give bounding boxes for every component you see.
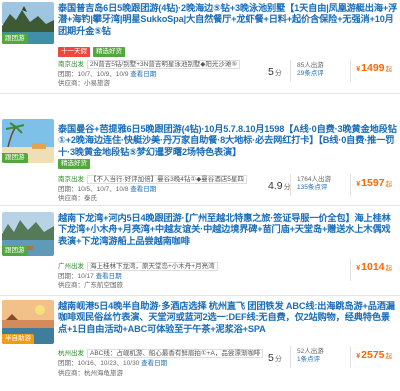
product-title[interactable]: 越南下龙湾+河内5日4晚跟团游·【广州至越北特惠之旅·签证导服一价全包】海上桂林… [58, 213, 398, 247]
review-block: 1764人出游 135条点评 [297, 176, 331, 192]
price-suffix: 起 [385, 66, 393, 73]
divider [350, 60, 351, 82]
divider [350, 174, 351, 196]
route-detail: 2N普吉5钻/别墅+3N普吉明星泳池别墅◆阳光沙滩⑤ [87, 60, 241, 69]
price[interactable]: ¥1597起 [356, 177, 392, 189]
score-unit: 分 [274, 356, 282, 363]
tag-selected: 精选好货 [93, 47, 125, 57]
product-title[interactable]: 泰国普吉岛6日5晚跟团游(4钻)·2晚海边⑤钻+3晚泳池别墅【1天自由|凤凰游艇… [58, 3, 398, 37]
score: 5分 [268, 66, 282, 78]
divider [350, 346, 351, 368]
card-divider [0, 93, 400, 94]
currency-symbol: ¥ [356, 66, 361, 73]
product-thumbnail[interactable]: 跟团游 [2, 2, 54, 44]
thumb-badge: 跟团游 [2, 34, 28, 44]
price-suffix: 起 [385, 353, 393, 360]
route-info: 南京出发 【不入当行·好评加倍】曼谷3晚4钻①◆曼谷酒店5星四 [58, 175, 264, 184]
card-divider [0, 205, 400, 206]
departure-city: 南京出发 [58, 61, 84, 68]
supplier-info: 供应商：小易旅游 [58, 80, 110, 87]
price-value: 1499 [361, 62, 385, 74]
review-link[interactable]: 1条点评 [297, 356, 324, 364]
divider [290, 174, 291, 196]
price[interactable]: ¥1014起 [356, 261, 392, 273]
divider [290, 346, 291, 368]
route-info: 杭州出发 ABC线：占岘机游、船心最香有鲜眉拍①+A，品尝漂渐咖啡 [58, 349, 266, 358]
route-detail: ABC线：占岘机游、船心最香有鲜眉拍①+A，品尝漂渐咖啡 [87, 349, 264, 358]
tag-selected: 精选好货 [58, 159, 90, 169]
product-title[interactable]: 越南岘港5日4晚半自助游·多酒店选择 杭州直飞 团团铁发 ABC线:出海跳岛游+… [58, 301, 398, 335]
dates-text: 团期：10/7、10/9、10/9 [58, 71, 129, 78]
divider [350, 259, 351, 281]
tag-holiday: 十一天假 [58, 47, 90, 57]
product-thumbnail[interactable]: 跟团游 [2, 119, 54, 163]
product-title[interactable]: 泰国曼谷+芭提雅6日5晚跟团游(4钻)·10月5.7.8.10月1598【A线·… [58, 124, 398, 158]
departure-city: 杭州出发 [58, 350, 84, 357]
product-card-2[interactable]: 跟团游 泰国曼谷+芭提雅6日5晚跟团游(4钻)·10月5.7.8.10月1598… [0, 97, 400, 202]
score-unit: 分 [274, 70, 282, 77]
tag-list: 精选好货 [58, 159, 90, 169]
traveler-count: 85人出游 [297, 62, 324, 69]
dates-text: 团期：10/17 [58, 273, 94, 280]
departure-dates: 团期：10/5、10/7、10/8 查看日期 [58, 185, 156, 194]
review-link[interactable]: 135条点评 [297, 184, 331, 192]
review-link[interactable]: 29条点评 [297, 70, 324, 78]
route-info: 南京出发 2N普吉5钻/别墅+3N普吉明星泳池别墅◆阳光沙滩⑤ [58, 60, 258, 69]
supplier-info: 供应商：广东航空国旅 [58, 282, 123, 289]
thumb-badge: 跟团游 [2, 153, 28, 163]
supplier-info: 供应商：杭州海龟旅游 [58, 370, 123, 377]
review-block: 52人出游 1条点评 [297, 348, 324, 364]
product-thumbnail[interactable]: 半自助游 [2, 300, 54, 344]
view-dates-link[interactable]: 查看日期 [130, 71, 156, 78]
price-value: 1014 [361, 261, 385, 273]
score: 5分 [268, 352, 282, 364]
traveler-count: 1764人出游 [297, 176, 331, 183]
product-card-4[interactable]: 半自助游 越南岘港5日4晚半自助游·多酒店选择 杭州直飞 团团铁发 ABC线:出… [0, 298, 400, 391]
route-detail: 【不入当行·好评加倍】曼谷3晚4钻①◆曼谷酒店5星四 [87, 175, 247, 184]
product-card-3[interactable]: 跟团游 越南下龙湾+河内5日4晚跟团游·【广州至越北特惠之旅·签证导服一价全包】… [0, 210, 400, 292]
route-detail: 海上桂林下龙湾，原天堂岛+小木舟+月亮湾 [87, 262, 218, 271]
thumb-badge: 半自助游 [2, 334, 34, 344]
price-value: 2575 [361, 349, 385, 361]
price-value: 1597 [361, 177, 385, 189]
review-block: 85人出游 29条点评 [297, 62, 324, 78]
currency-symbol: ¥ [356, 181, 361, 188]
currency-symbol: ¥ [356, 265, 361, 272]
product-thumbnail[interactable]: 跟团游 [2, 212, 54, 256]
departure-dates: 团期：10/7、10/9、10/9 查看日期 [58, 70, 156, 79]
route-info: 广州出发 海上桂林下龙湾，原天堂岛+小木舟+月亮湾 [58, 262, 258, 271]
currency-symbol: ¥ [356, 353, 361, 360]
supplier-info: 供应商：泰氏 [58, 195, 97, 202]
score-value: 5 [268, 66, 274, 78]
view-dates-link[interactable]: 查看日期 [130, 186, 156, 193]
dates-text: 团期：10/16、10/23、10/30 [58, 360, 140, 367]
view-dates-link[interactable]: 查看日期 [141, 360, 167, 367]
score-value: 4.9 [268, 180, 283, 192]
thumb-badge: 跟团游 [2, 246, 28, 256]
tag-list: 十一天假 精选好货 [58, 47, 125, 57]
dates-text: 团期：10/5、10/7、10/8 [58, 186, 129, 193]
price-suffix: 起 [385, 265, 393, 272]
departure-city: 广州出发 [58, 263, 84, 270]
departure-city: 南京出发 [58, 176, 84, 183]
score: 4.9分 [268, 180, 291, 192]
price-suffix: 起 [385, 181, 393, 188]
score-value: 5 [268, 352, 274, 364]
departure-dates: 团期：10/16、10/23、10/30 查看日期 [58, 359, 167, 368]
product-card-1[interactable]: 跟团游 泰国普吉岛6日5晚跟团游(4钻)·2晚海边⑤钻+3晚泳池别墅【1天自由|… [0, 0, 400, 88]
view-dates-link[interactable]: 查看日期 [96, 273, 122, 280]
price[interactable]: ¥2575起 [356, 349, 392, 361]
price[interactable]: ¥1499起 [356, 62, 392, 74]
divider [290, 60, 291, 82]
traveler-count: 52人出游 [297, 348, 324, 355]
card-divider [0, 295, 400, 296]
departure-dates: 团期：10/17 查看日期 [58, 272, 122, 281]
